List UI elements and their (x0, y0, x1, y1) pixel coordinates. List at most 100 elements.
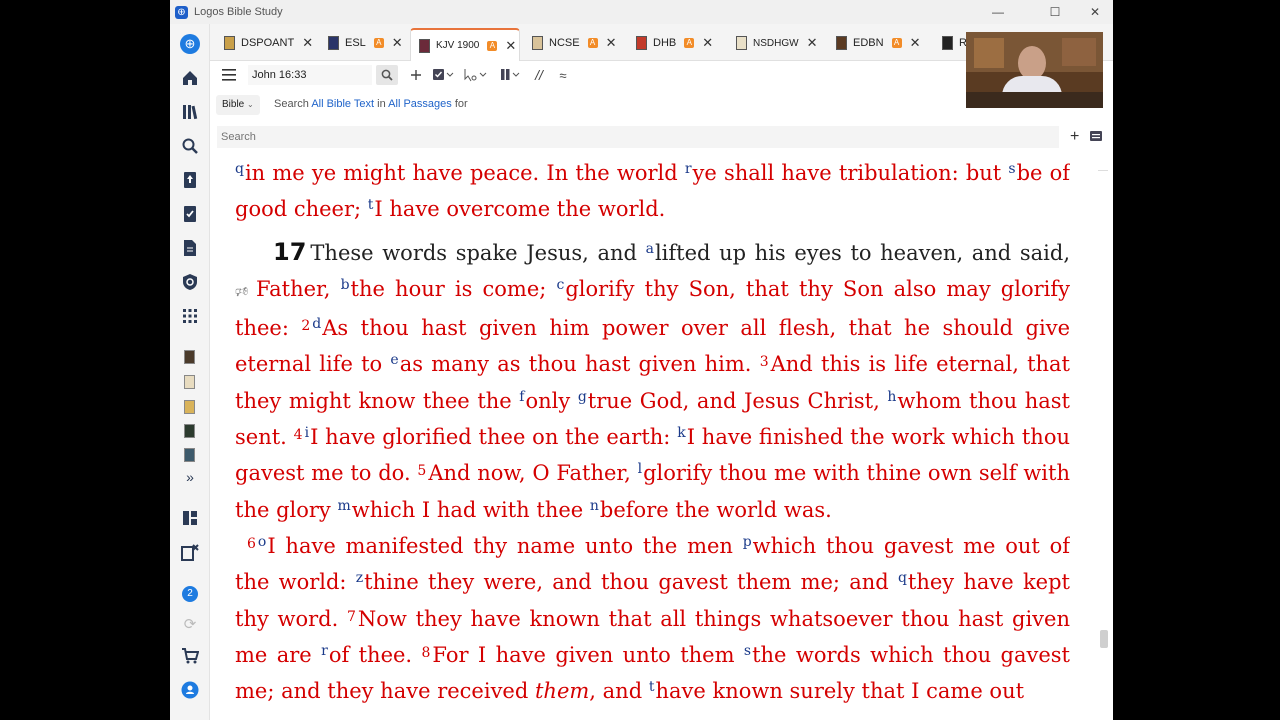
search-type-dropdown[interactable]: Bible ⌄ (216, 95, 260, 115)
footnote-marker[interactable]: g (578, 389, 587, 405)
home-icon[interactable] (180, 68, 200, 88)
notifications-badge[interactable]: 2 (180, 584, 200, 604)
account-icon[interactable] (180, 680, 200, 700)
tab-ncse[interactable]: NCSE A ✕ (524, 28, 624, 58)
footnote-marker[interactable]: q (235, 161, 244, 177)
verse-text: the hour is come; (350, 276, 557, 301)
verse-number[interactable]: 3 (760, 354, 769, 370)
library-icon[interactable] (180, 102, 200, 122)
footnote-marker[interactable]: m (337, 498, 350, 514)
verse-number[interactable]: 2 (301, 318, 310, 334)
reading-plan-icon[interactable] (180, 204, 200, 224)
footnote-marker[interactable]: a (646, 241, 654, 257)
tab-dspoant[interactable]: DSPOANT ✕ (216, 28, 316, 58)
close-window-button[interactable]: ✕ (1075, 0, 1113, 24)
footnote-marker[interactable]: n (590, 498, 599, 514)
close-tab-icon[interactable]: ✕ (392, 35, 403, 51)
footnote-marker[interactable]: p (743, 534, 752, 550)
reference-input[interactable] (248, 65, 372, 85)
more-chevron-icon[interactable]: » (180, 467, 200, 487)
bible-upload-icon[interactable] (180, 170, 200, 190)
close-tab-icon[interactable]: ✕ (702, 35, 713, 51)
speaker-audio-icon[interactable]: 🕫 (235, 284, 252, 300)
layouts-icon[interactable] (180, 508, 200, 528)
visual-filters-icon[interactable] (430, 65, 456, 85)
footnote-marker[interactable]: l (638, 461, 642, 477)
tools-icon[interactable] (180, 272, 200, 292)
scrollbar[interactable] (1098, 160, 1110, 720)
sync-link-icon[interactable]: ≈ (554, 65, 572, 85)
footnote-marker[interactable]: i (305, 425, 309, 441)
search-type-label: Bible (222, 99, 245, 110)
footnote-marker[interactable]: h (887, 389, 896, 405)
document-icon[interactable] (180, 238, 200, 258)
search-input[interactable] (217, 126, 1059, 148)
clippings-icon[interactable] (180, 542, 200, 562)
columns-icon[interactable] (498, 65, 524, 85)
add-panel-icon[interactable]: ⊕ (180, 34, 200, 54)
maximize-button[interactable]: ☐ (1035, 0, 1075, 24)
recent-book-icon[interactable] (184, 350, 195, 364)
parallel-resources-icon[interactable] (408, 65, 424, 85)
cart-icon[interactable] (180, 646, 200, 666)
verse-text: which I had with thee (351, 497, 590, 522)
verse-16-33-continued: qin me ye might have peace. In the world… (235, 155, 1070, 228)
verse-number[interactable]: 7 (347, 609, 356, 625)
panel-menu-icon[interactable] (220, 65, 238, 85)
footnote-marker[interactable]: e (390, 352, 398, 368)
footnote-marker[interactable]: s (744, 643, 751, 659)
verse-text: lifted up his eyes to heaven, and said, (654, 240, 1070, 265)
book-cover-icon (224, 36, 235, 50)
footnote-marker[interactable]: d (312, 316, 321, 332)
scrollbar-thumb[interactable] (1100, 630, 1108, 648)
close-tab-icon[interactable]: ✕ (302, 35, 313, 51)
sync-icon[interactable]: ⟳ (180, 614, 200, 634)
go-search-icon[interactable] (376, 65, 398, 85)
footnote-marker[interactable]: r (321, 643, 328, 659)
close-tab-icon[interactable]: ✕ (910, 35, 921, 51)
tab-dhb[interactable]: DHB A ✕ (628, 28, 724, 58)
footnote-marker[interactable]: q (898, 570, 907, 586)
search-options-icon[interactable] (1090, 128, 1102, 144)
recent-book-icon[interactable] (184, 424, 195, 438)
apps-grid-icon[interactable] (180, 306, 200, 326)
footnote-marker[interactable]: c (556, 277, 564, 293)
search-icon[interactable] (180, 136, 200, 156)
verse-number[interactable]: 4 (294, 427, 303, 443)
footnote-marker[interactable]: t (649, 679, 655, 695)
recent-book-icon[interactable] (184, 375, 195, 389)
tab-esl[interactable]: ESL A ✕ (320, 28, 410, 58)
verse-number[interactable]: 8 (422, 645, 431, 661)
footnote-marker[interactable]: k (677, 425, 685, 441)
close-tab-icon[interactable]: ✕ (606, 35, 617, 51)
recent-book-icon[interactable] (184, 448, 195, 462)
logos-app-window: ⊕ Logos Bible Study — ☐ ✕ ⊕ » 2 ⟳ DSPOAN… (170, 0, 1113, 720)
footnote-marker[interactable]: t (368, 197, 374, 213)
footnote-marker[interactable]: f (519, 389, 524, 405)
verse-text: of thee. (328, 642, 422, 667)
book-cover-icon (942, 36, 953, 50)
verse-text: as many as thou hast given him. (399, 352, 760, 377)
footnote-marker[interactable]: o (258, 534, 266, 550)
bible-text-pane: qin me ye might have peace. In the world… (235, 155, 1070, 720)
verse-number[interactable]: 6 (247, 536, 256, 552)
book-cover-icon (736, 36, 747, 50)
recent-book-icon[interactable] (184, 400, 195, 414)
scope-all-bible-text-link[interactable]: All Bible Text (311, 98, 374, 110)
tab-kjv-1900[interactable]: KJV 1900 A ✕ (410, 28, 520, 61)
minimize-button[interactable]: — (978, 0, 1018, 24)
text-selection-icon[interactable] (460, 65, 490, 85)
footnote-marker[interactable]: r (685, 161, 692, 177)
close-tab-icon[interactable]: ✕ (807, 35, 818, 51)
interlinear-icon[interactable]: // (530, 65, 548, 85)
add-search-term-icon[interactable]: + (1070, 128, 1079, 146)
tab-nsdhgw[interactable]: NSDHGW ✕ (728, 28, 828, 58)
close-tab-icon[interactable]: ✕ (505, 38, 516, 54)
footnote-marker[interactable]: z (356, 570, 363, 586)
scope-all-passages-link[interactable]: All Passages (388, 98, 452, 110)
chapter-number[interactable]: 17 (273, 238, 306, 266)
tab-edbn[interactable]: EDBN A ✕ (828, 28, 930, 58)
verse-number[interactable]: 5 (417, 463, 426, 479)
footnote-marker[interactable]: b (341, 277, 350, 293)
footnote-marker[interactable]: s (1008, 161, 1015, 177)
